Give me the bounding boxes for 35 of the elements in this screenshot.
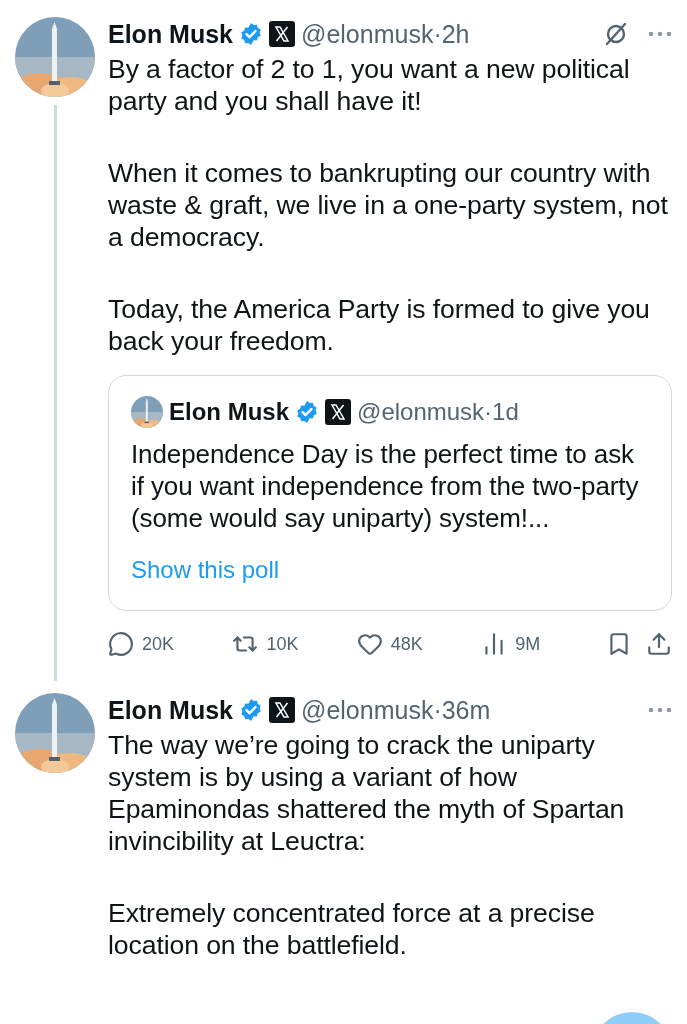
reply-button[interactable]: 20K [108,631,218,657]
separator-dot: · [484,398,493,426]
more-icon[interactable] [648,706,672,714]
verified-badge-icon [239,698,263,722]
x-logo-icon [325,399,351,425]
post-text: When it comes to bankrupting our country with waste & graft, we live in a one-party system, not a democracy. [108,157,669,253]
views-button[interactable]: 9M [481,631,592,657]
quoted-post-text: Independence Day is the perfect time to ask if you want independence from the two-party (some would say uniparty) system!... [131,438,640,534]
repost-button[interactable]: 10K [232,631,343,657]
x-logo-icon [269,697,295,723]
more-icon[interactable] [648,30,672,38]
post-text: By a factor of 2 to 1, you want a new political party and you shall have it! [108,53,631,117]
author-name[interactable]: Elon Musk [108,19,233,49]
post-text: Extremely concentrated force at a precise location on the battlefield. [108,897,596,961]
post-text: Today, the America Party is formed to give you back your freedom. [108,293,651,357]
separator-dot: · [433,19,442,49]
x-logo-icon [269,21,295,47]
post-time[interactable]: 1d [492,398,519,426]
reply-icon [108,631,134,657]
post-time[interactable]: 2h [441,19,470,49]
quoted-post-card[interactable]: Elon Musk @elonmusk·1d Independence Day is the perfect time to ask if you want independence from the two-party (some would say uniparty) system!... Show this poll [108,375,672,611]
like-button[interactable]: 48K [356,631,467,657]
like-icon [356,631,383,657]
author-handle[interactable]: @elonmusk [301,695,434,725]
separator-dot: · [433,695,442,725]
share-button[interactable] [645,631,672,657]
verified-badge-icon [295,400,319,424]
post-text: The way we’re going to crack the uniparty system is by using a variant of how Epaminondas shattered the myth of Spartan invincibility at Leuctra: [108,729,626,857]
author-name[interactable]: Elon Musk [169,398,289,426]
author-handle[interactable]: @elonmusk [357,398,485,426]
author-name[interactable]: Elon Musk [108,695,233,725]
post-time[interactable]: 36m [441,695,491,725]
share-icon [645,631,672,657]
verified-badge-icon [239,22,263,46]
author-handle[interactable]: @elonmusk [301,19,434,49]
